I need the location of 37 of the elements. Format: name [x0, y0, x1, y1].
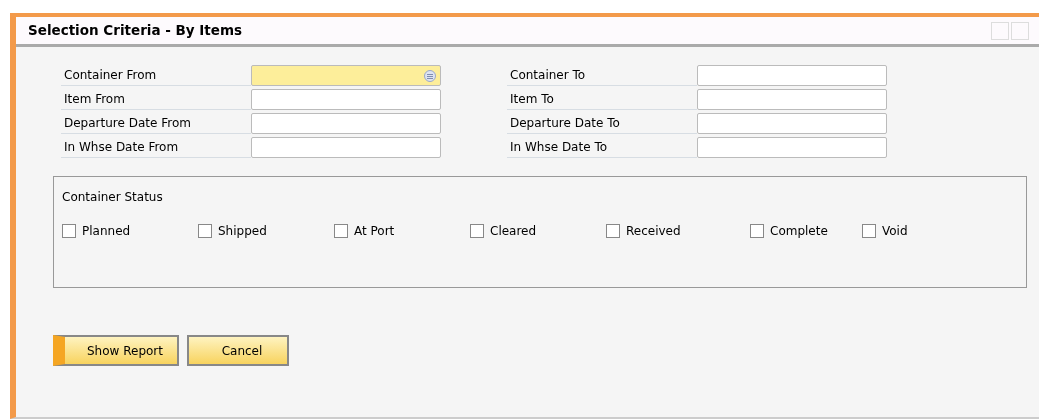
show-report-button[interactable]: Show Report	[53, 335, 179, 366]
checkbox[interactable]	[470, 224, 484, 238]
checkbox-label[interactable]: Void	[882, 222, 908, 240]
checkbox[interactable]	[750, 224, 764, 238]
input-field[interactable]	[251, 113, 441, 134]
close-button[interactable]	[1011, 21, 1029, 40]
input-field[interactable]	[251, 137, 441, 158]
checkbox-label[interactable]: Complete	[770, 222, 828, 240]
input-field[interactable]	[697, 89, 887, 110]
minimize-button[interactable]	[991, 21, 1009, 40]
field-label: Item From	[61, 89, 251, 110]
field-label: Container From	[61, 65, 251, 86]
checkbox[interactable]	[198, 224, 212, 238]
field-label: Container To	[507, 65, 697, 86]
field-label: In Whse Date From	[61, 137, 251, 158]
group-title: Container Status	[62, 189, 163, 206]
checkbox[interactable]	[862, 224, 876, 238]
input-field[interactable]	[251, 89, 441, 110]
input-field[interactable]	[697, 65, 887, 86]
input-field[interactable]	[251, 65, 441, 86]
cancel-button[interactable]: Cancel	[187, 335, 289, 366]
field-label: Item To	[507, 89, 697, 110]
checkbox-label[interactable]: At Port	[354, 222, 395, 240]
checkbox[interactable]	[62, 224, 76, 238]
field-label: Departure Date To	[507, 113, 697, 134]
checkbox[interactable]	[334, 224, 348, 238]
checkbox-label[interactable]: Planned	[82, 222, 131, 240]
window-title: Selection Criteria - By Items	[28, 21, 244, 41]
input-field[interactable]	[697, 137, 887, 158]
field-label: Departure Date From	[61, 113, 251, 134]
checkbox-label[interactable]: Cleared	[490, 222, 537, 240]
input-field[interactable]	[697, 113, 887, 134]
checkbox[interactable]	[606, 224, 620, 238]
checkbox-label[interactable]: Shipped	[218, 222, 267, 240]
field-label: In Whse Date To	[507, 137, 697, 158]
checkbox-label[interactable]: Received	[626, 222, 681, 240]
lookup-icon[interactable]	[424, 70, 436, 82]
